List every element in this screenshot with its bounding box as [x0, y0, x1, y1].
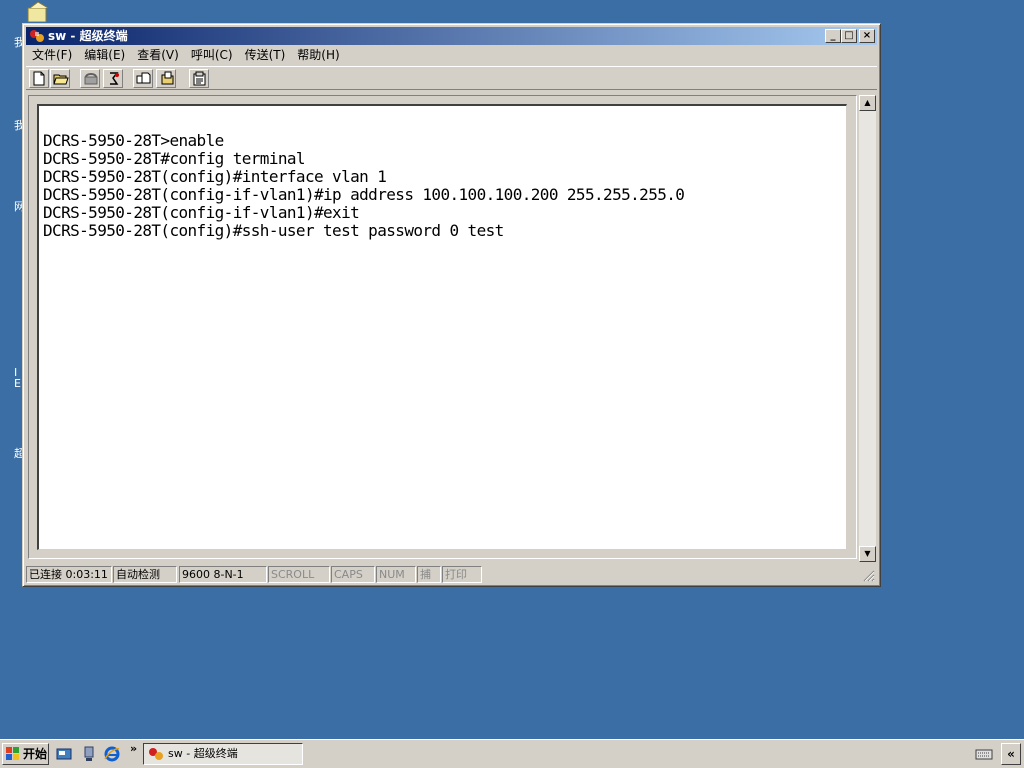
toolbar [26, 66, 877, 90]
status-bar: 已连接 0:03:11 自动检测 9600 8-N-1 SCROLL CAPS … [26, 566, 877, 584]
window-title: sw - 超级终端 [48, 29, 128, 43]
menu-bar: 文件(F) 编辑(E) 查看(V) 呼叫(C) 传送(T) 帮助(H) [26, 46, 877, 65]
terminal-line: DCRS-5950-28T(config-if-vlan1)#exit [43, 203, 360, 222]
new-connection-button[interactable] [29, 69, 49, 88]
terminal-line: DCRS-5950-28T(config)#ssh-user test pass… [43, 221, 504, 240]
scroll-down-button[interactable]: ▼ [859, 546, 876, 562]
terminal-screen[interactable]: DCRS-5950-28T>enable DCRS-5950-28T#confi… [37, 104, 847, 550]
menu-edit[interactable]: 编辑(E) [78, 46, 131, 65]
status-num: NUM [376, 566, 416, 583]
folder-open-icon [53, 74, 69, 85]
terminal-line: DCRS-5950-28T#config terminal [43, 149, 306, 168]
start-button[interactable]: 开始 [2, 743, 49, 765]
hyperterminal-icon[interactable] [29, 28, 45, 44]
start-label: 开始 [23, 747, 48, 761]
receive-button[interactable] [156, 69, 176, 88]
status-connection-time: 已连接 0:03:11 [26, 566, 112, 583]
properties-button[interactable] [189, 69, 209, 88]
status-print: 打印 [442, 566, 482, 583]
hyperterminal-window: sw - 超级终端 _ □ × 文件(F) 编辑(E) 查看(V) 呼叫(C) … [22, 23, 881, 587]
hyperterminal-icon [149, 748, 163, 760]
menu-view[interactable]: 查看(V) [131, 46, 185, 65]
windows-logo-icon [6, 747, 19, 760]
send-button[interactable] [133, 69, 153, 88]
dial-button[interactable] [103, 69, 123, 88]
maximize-button[interactable]: □ [841, 29, 857, 43]
scroll-up-button[interactable]: ▲ [859, 95, 876, 111]
properties-icon [193, 71, 206, 86]
network-icon[interactable] [81, 746, 97, 762]
status-port-params: 9600 8-N-1 [179, 566, 267, 583]
disconnect-button[interactable] [80, 69, 100, 88]
show-desktop-icon[interactable] [56, 746, 72, 762]
phone-icon [84, 73, 98, 85]
terminal-line: DCRS-5950-28T>enable [43, 131, 224, 150]
terminal-line: DCRS-5950-28T(config-if-vlan1)#ip addres… [43, 185, 685, 204]
status-caps: CAPS [331, 566, 375, 583]
close-button[interactable]: × [859, 29, 875, 43]
menu-file[interactable]: 文件(F) [26, 46, 78, 65]
taskbar-item-label: sw - 超级终端 [168, 747, 238, 760]
desktop-icon-top[interactable] [24, 1, 52, 23]
taskbar: 开始 » sw - 超级终端 « [0, 739, 1024, 768]
minimize-button[interactable]: _ [825, 29, 841, 43]
menu-transfer[interactable]: 传送(T) [239, 46, 292, 65]
resize-grip-icon[interactable] [863, 570, 875, 582]
open-button[interactable] [50, 69, 70, 88]
receive-file-icon [161, 71, 174, 85]
taskbar-item-hyperterminal[interactable]: sw - 超级终端 [143, 743, 303, 765]
keyboard-icon[interactable] [975, 747, 993, 761]
menu-call[interactable]: 呼叫(C) [185, 46, 239, 65]
terminal-line: DCRS-5950-28T(config)#interface vlan 1 [43, 167, 387, 186]
internet-explorer-icon[interactable] [104, 746, 120, 762]
menu-help[interactable]: 帮助(H) [291, 46, 345, 65]
dial-icon [110, 72, 119, 85]
status-detect: 自动检测 [113, 566, 177, 583]
quick-launch-more-button[interactable]: » [130, 742, 137, 755]
new-document-icon [33, 71, 45, 86]
status-capture: 捕 [417, 566, 441, 583]
vertical-scrollbar[interactable]: ▲ ▼ [859, 95, 876, 562]
terminal-frame: DCRS-5950-28T>enable DCRS-5950-28T#confi… [28, 95, 857, 559]
title-bar[interactable]: sw - 超级终端 _ □ × [26, 27, 877, 45]
desktop-icon-label[interactable]: E [14, 378, 21, 389]
tray-expand-button[interactable]: « [1001, 743, 1021, 765]
send-file-icon [136, 72, 151, 84]
status-scroll: SCROLL [268, 566, 330, 583]
